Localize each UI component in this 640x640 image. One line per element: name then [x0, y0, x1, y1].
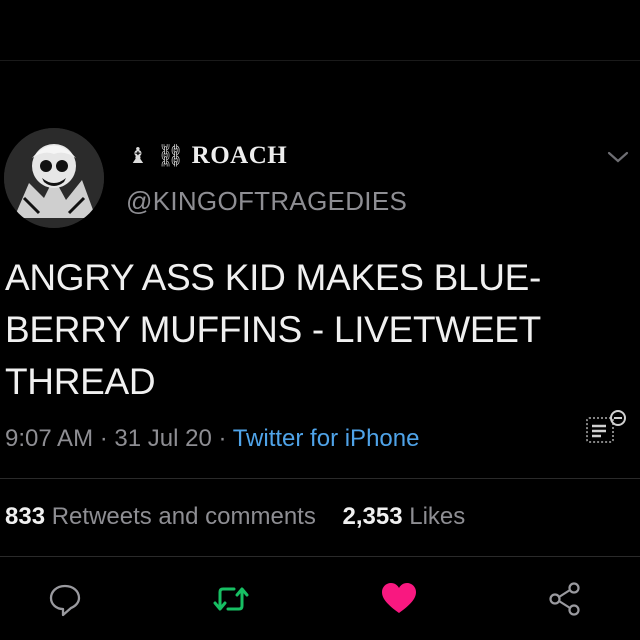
likes-stat[interactable]: 2,353 Likes	[343, 503, 466, 530]
tweet-text-line: THREAD	[5, 361, 156, 402]
tweet-text: ANGRY ASS KID MAKES BLUE- BERRY MUFFINS …	[5, 252, 605, 408]
top-divider	[0, 60, 640, 61]
author-name-row[interactable]: ♝ ⛓ ROACH	[128, 142, 287, 170]
share-button[interactable]	[546, 580, 584, 618]
author-handle[interactable]: @KINGOFTRAGEDIES	[126, 186, 407, 217]
divider	[0, 556, 640, 557]
retweet-icon	[213, 587, 249, 611]
like-button[interactable]	[380, 580, 418, 618]
avatar[interactable]	[4, 128, 104, 228]
avatar-image	[4, 128, 104, 228]
tweet-activity-icon[interactable]	[582, 408, 628, 448]
engagement-stats: 833 Retweets and comments 2,353 Likes	[5, 503, 465, 531]
display-name: ROACH	[191, 142, 288, 169]
chevron-down-icon[interactable]	[604, 145, 632, 169]
share-icon	[549, 582, 580, 616]
likes-count: 2,353	[342, 503, 403, 530]
retweets-stat[interactable]: 833 Retweets and comments	[5, 503, 316, 530]
tweet-meta: 9:07 AM · 31 Jul 20 · Twitter for iPhone	[5, 425, 419, 453]
like-icon	[382, 583, 416, 613]
tweet-time: 9:07 AM	[5, 425, 94, 452]
retweet-button[interactable]	[212, 580, 250, 618]
meta-separator: ·	[93, 425, 115, 452]
divider	[0, 478, 640, 479]
likes-label: Likes	[409, 503, 466, 530]
retweets-label: Retweets and comments	[51, 503, 316, 530]
reply-icon	[49, 584, 81, 617]
tweet-source-link[interactable]: Twitter for iPhone	[233, 425, 420, 452]
tweet-text-line: ANGRY ASS KID MAKES BLUE-	[5, 257, 542, 298]
tweet-date: 31 Jul 20	[114, 425, 212, 452]
tweet-text-line: BERRY MUFFINS - LIVETWEET	[5, 309, 541, 350]
meta-separator: ·	[211, 425, 233, 452]
name-emoji-glyphs: ♝ ⛓	[128, 143, 186, 169]
reply-button[interactable]	[46, 580, 84, 618]
retweets-count: 833	[5, 503, 46, 530]
